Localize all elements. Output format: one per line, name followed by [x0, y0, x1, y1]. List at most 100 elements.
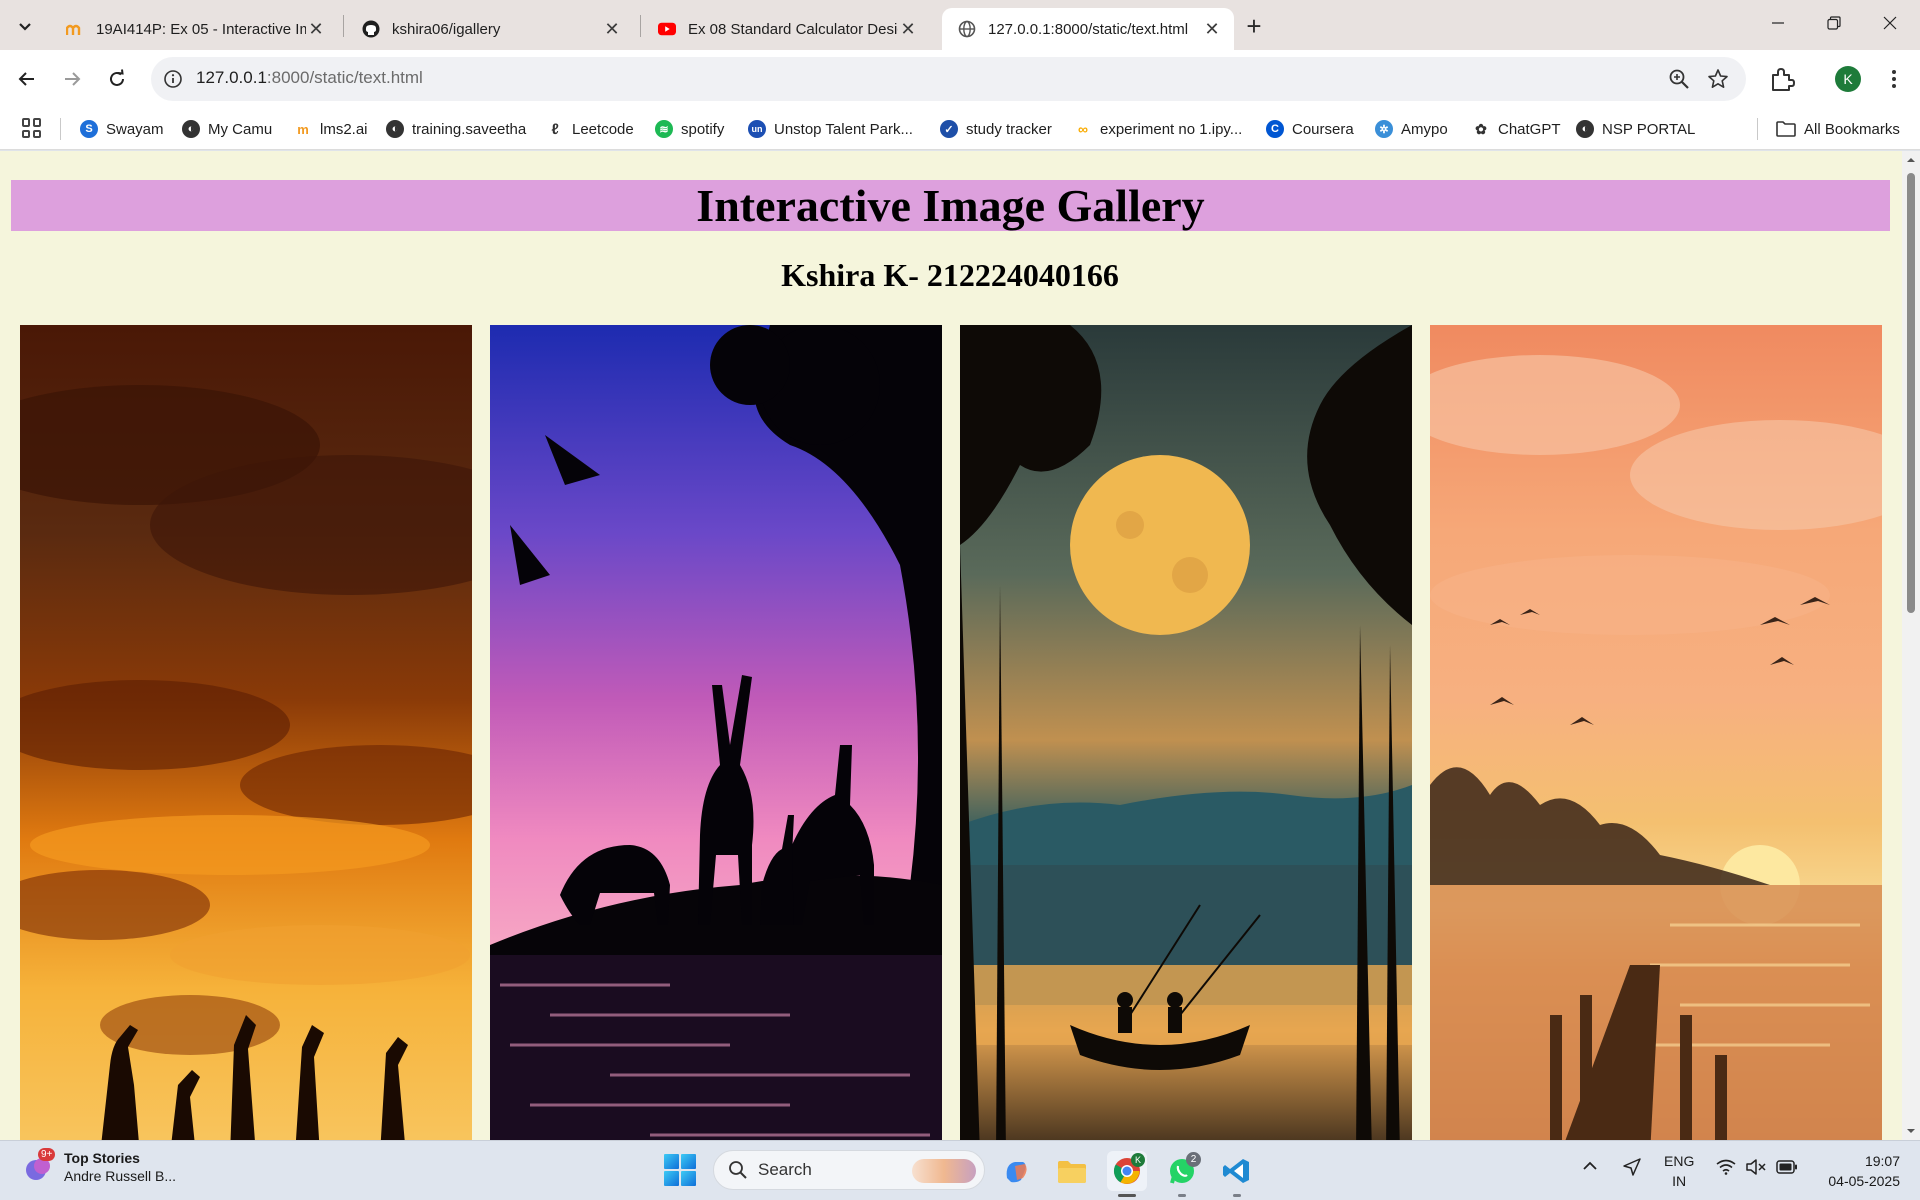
tray-location[interactable]	[1622, 1157, 1642, 1180]
restore-button[interactable]	[1806, 0, 1862, 46]
globe-icon	[958, 20, 976, 38]
system-clock[interactable]: 19:07 04-05-2025	[1816, 1151, 1900, 1191]
close-icon[interactable]: ✕	[602, 19, 622, 39]
url-text[interactable]: 127.0.0.1:8000/static/text.html	[196, 68, 423, 88]
region-code: IN	[1672, 1173, 1687, 1189]
moodle-icon: m	[297, 121, 309, 137]
bookmark-label: Leetcode	[572, 120, 634, 138]
bookmark-label: experiment no 1.ipy...	[1100, 120, 1243, 138]
folder-icon	[1776, 121, 1796, 137]
restore-icon	[1827, 16, 1841, 30]
info-icon[interactable]	[163, 69, 183, 89]
bookmark-chatgpt[interactable]: ✿ ChatGPT	[1472, 117, 1560, 141]
close-icon[interactable]: ✕	[306, 19, 326, 39]
tab-github[interactable]: kshira06/igallery ✕	[346, 8, 634, 50]
avatar-initial: K	[1843, 71, 1853, 87]
tab-localhost[interactable]: 127.0.0.1:8000/static/text.html ✕	[942, 8, 1234, 50]
bookmarks-bar: S Swayam ◐ My Camu m lms2.ai ◐ training.save…	[0, 108, 1920, 150]
bookmark-training[interactable]: ◐ training.saveetha	[386, 117, 526, 141]
scroll-up-icon[interactable]	[1906, 155, 1916, 165]
bookmark-label: Unstop Talent Park...	[774, 120, 913, 138]
running-indicator	[1178, 1194, 1186, 1197]
tray-network[interactable]	[1716, 1159, 1736, 1178]
new-tab-button[interactable]: +	[1240, 10, 1268, 41]
gallery-image-sunset-pier[interactable]	[1430, 325, 1882, 1140]
forward-button[interactable]	[56, 63, 88, 95]
language-code: ENG	[1664, 1153, 1695, 1169]
bookmark-my-camu[interactable]: ◐ My Camu	[182, 117, 272, 141]
apps-grid-icon[interactable]	[22, 118, 42, 138]
news-title: Top Stories	[64, 1150, 140, 1166]
bookmark-label: study tracker	[966, 120, 1052, 138]
language-indicator[interactable]: ENG IN	[1664, 1151, 1694, 1191]
bookmark-label: NSP PORTAL	[1602, 120, 1696, 138]
tab-search-button[interactable]	[9, 10, 41, 42]
tab-youtube[interactable]: Ex 08 Standard Calculator Desig ✕	[642, 8, 930, 50]
bookmark-nsp-portal[interactable]: ◐ NSP PORTAL	[1576, 117, 1695, 141]
close-icon[interactable]: ✕	[1202, 19, 1222, 39]
bookmark-label: Swayam	[106, 120, 164, 138]
bookmark-study-tracker[interactable]: ✓ study tracker	[940, 117, 1052, 141]
extensions-icon[interactable]	[1768, 65, 1796, 93]
tray-battery[interactable]	[1776, 1160, 1798, 1177]
chrome-profile-badge: K	[1131, 1153, 1145, 1167]
plus-icon: +	[1246, 10, 1262, 41]
bookmark-coursera[interactable]: C Coursera	[1266, 117, 1354, 141]
taskbar-file-explorer[interactable]	[1052, 1151, 1092, 1191]
copilot-icon	[1006, 1162, 1027, 1183]
address-bar[interactable]: 127.0.0.1:8000/static/text.html	[151, 57, 1746, 101]
coursera-icon: C	[1266, 120, 1284, 138]
bookmark-spotify[interactable]: ≋ spotify	[655, 117, 724, 141]
search-icon	[729, 1161, 747, 1179]
wifi-icon	[1716, 1159, 1736, 1175]
taskbar-search[interactable]: Search	[713, 1150, 985, 1190]
colab-icon: ∞	[1078, 121, 1088, 137]
taskbar-chrome[interactable]: K	[1107, 1151, 1147, 1197]
bookmark-lms2[interactable]: m lms2.ai	[294, 117, 367, 141]
page-scrollbar[interactable]	[1902, 151, 1920, 1140]
unstop-icon: un	[748, 120, 766, 138]
bookmark-star-icon[interactable]	[1706, 67, 1730, 91]
tab-title: kshira06/igallery	[392, 20, 501, 38]
profile-avatar[interactable]: K	[1835, 66, 1861, 92]
close-window-button[interactable]	[1862, 0, 1918, 46]
leetcode-icon: ℓ	[551, 120, 559, 138]
gallery-image-giraffe-sunset[interactable]	[20, 325, 472, 1140]
tab-separator	[343, 15, 344, 37]
url-path: :8000/static/text.html	[266, 68, 423, 87]
taskbar-vscode[interactable]	[1217, 1151, 1257, 1197]
bookmark-leetcode[interactable]: ℓ Leetcode	[546, 117, 634, 141]
vscode-icon	[1223, 1159, 1249, 1183]
news-widget[interactable]: 9+ Top Stories Andre Russell B...	[22, 1148, 177, 1185]
all-bookmarks-button[interactable]: All Bookmarks	[1776, 117, 1900, 141]
back-button[interactable]	[11, 63, 43, 95]
start-button[interactable]	[664, 1154, 696, 1186]
reload-button[interactable]	[101, 63, 133, 95]
close-icon[interactable]: ✕	[898, 19, 918, 39]
taskbar-copilot[interactable]	[996, 1151, 1036, 1191]
tab-moodle[interactable]: 19AI414P: Ex 05 - Interactive Im ✕	[50, 8, 338, 50]
tray-volume[interactable]	[1746, 1159, 1766, 1178]
tab-title: Ex 08 Standard Calculator Desig	[688, 20, 898, 38]
more-menu-icon[interactable]	[1884, 65, 1904, 93]
bookmark-unstop[interactable]: un Unstop Talent Park...	[748, 117, 913, 141]
minimize-button[interactable]	[1750, 0, 1806, 46]
bookmark-swayam[interactable]: S Swayam	[80, 117, 164, 141]
zoom-icon[interactable]	[1668, 68, 1690, 90]
bookmark-experiment[interactable]: ∞ experiment no 1.ipy...	[1074, 117, 1242, 141]
tray-overflow-button[interactable]	[1582, 1159, 1598, 1176]
page-title: Interactive Image Gallery	[11, 180, 1890, 231]
search-label: Search	[758, 1160, 812, 1179]
scrollbar-thumb[interactable]	[1907, 173, 1915, 613]
taskbar-whatsapp[interactable]: 2	[1162, 1151, 1202, 1197]
scroll-down-icon[interactable]	[1906, 1126, 1916, 1136]
swayam-icon: S	[80, 120, 98, 138]
news-subtitle: Andre Russell B...	[64, 1168, 177, 1184]
gallery-image-deer-silhouette[interactable]	[490, 325, 942, 1140]
tracker-icon: ✓	[940, 120, 958, 138]
active-indicator	[1118, 1194, 1136, 1197]
close-icon	[1883, 16, 1897, 30]
bookmark-amypo[interactable]: ✲ Amypo	[1375, 117, 1448, 141]
globe-icon: ◐	[386, 120, 404, 138]
gallery-image-moon-lake-boat[interactable]	[960, 325, 1412, 1140]
